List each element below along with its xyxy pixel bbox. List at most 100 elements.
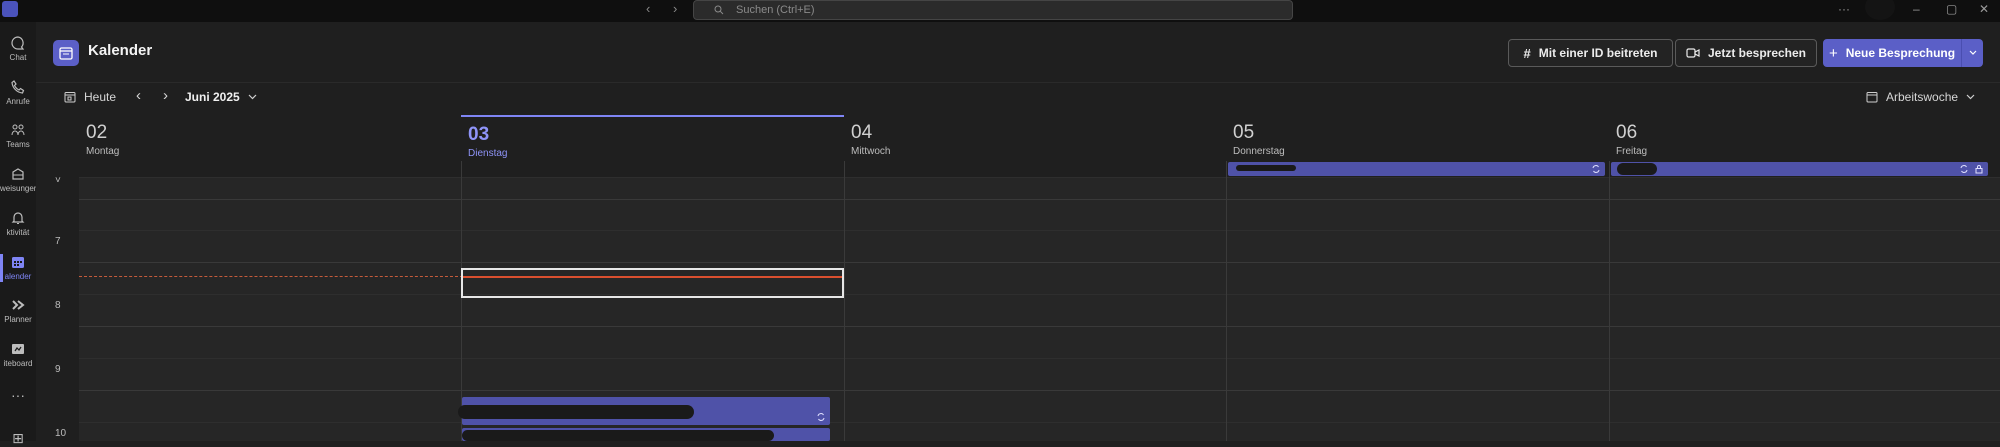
chat-icon <box>11 36 25 50</box>
day-number: 06 <box>1616 122 1638 143</box>
rail-item-planner[interactable]: Planner <box>0 297 36 324</box>
grid-line <box>79 177 2000 178</box>
time-grid[interactable] <box>79 177 2000 441</box>
lock-icon <box>1975 165 1983 174</box>
rail-item-activity[interactable]: ktivität <box>0 210 36 237</box>
search-placeholder: Suchen (Ctrl+E) <box>736 4 815 16</box>
all-day-event-friday[interactable] <box>1611 162 1988 176</box>
recurring-icon <box>817 413 825 421</box>
month-picker[interactable]: Juni 2025 <box>185 90 257 104</box>
title-bar: ‹ › Suchen (Ctrl+E) ··· – ▢ ✕ <box>0 0 2000 22</box>
redacted-text <box>1236 165 1296 171</box>
more-options-icon[interactable]: ··· <box>1838 2 1850 16</box>
back-icon[interactable]: ‹ <box>646 1 650 16</box>
rail-item-teams[interactable]: Teams <box>0 122 36 149</box>
rail-item-label: Planner <box>4 315 32 324</box>
rail-item-label: Chat <box>9 53 27 62</box>
grid-line <box>79 230 2000 231</box>
chevron-down-icon <box>248 94 257 100</box>
grid-line <box>79 422 2000 423</box>
planner-icon <box>12 300 25 310</box>
column-divider <box>844 177 845 441</box>
today-button[interactable]: Heute <box>64 90 116 104</box>
day-name: Montag <box>86 146 120 157</box>
column-divider <box>1609 177 1610 441</box>
day-number: 03 <box>468 124 490 145</box>
app-rail: Chat Anrufe Teams weisungen ktivität ale… <box>0 22 36 446</box>
minimize-icon[interactable]: – <box>1913 2 1920 16</box>
calendar-icon <box>12 257 24 268</box>
calendar-badge-icon <box>53 40 79 66</box>
new-meeting-dropdown[interactable] <box>1961 39 1983 67</box>
rail-item-label: Anrufe <box>6 97 30 106</box>
rail-item-label: weisungen <box>0 184 36 193</box>
plus-icon: + <box>1828 44 1838 62</box>
day-header-friday[interactable]: 06 Freitag <box>1609 115 1992 161</box>
day-number: 05 <box>1233 122 1255 143</box>
day-header-row: 02 Montag 03 Dienstag 04 Mittwoch 05 Don… <box>36 115 2000 161</box>
grid-line <box>79 390 2000 391</box>
restore-icon[interactable]: ▢ <box>1946 2 1957 16</box>
chevron-down-icon <box>1969 50 1976 55</box>
all-day-event-thursday[interactable] <box>1228 162 1605 176</box>
rail-item-label: alender <box>4 272 32 281</box>
column-divider <box>844 161 845 177</box>
video-camera-icon <box>1686 48 1700 58</box>
next-week-icon[interactable]: › <box>163 87 168 104</box>
avatar[interactable] <box>1865 0 1895 20</box>
calendar-today-icon <box>64 92 76 103</box>
grid-line <box>79 358 2000 359</box>
day-header-wednesday[interactable]: 04 Mittwoch <box>844 115 1227 161</box>
teams-icon <box>11 124 25 136</box>
grid-line <box>79 199 2000 200</box>
month-label: Juni 2025 <box>185 90 240 104</box>
bell-icon <box>11 212 25 224</box>
meet-now-label: Jetzt besprechen <box>1707 46 1807 60</box>
forward-icon[interactable]: › <box>673 1 677 16</box>
redacted-text <box>458 405 694 419</box>
search-icon <box>714 5 724 15</box>
grid-line <box>79 294 2000 295</box>
meet-now-button[interactable]: Jetzt besprechen <box>1675 39 1817 67</box>
close-icon[interactable]: ✕ <box>1979 2 1989 16</box>
search-input[interactable]: Suchen (Ctrl+E) <box>693 0 1293 20</box>
day-name: Mittwoch <box>851 146 891 157</box>
rail-item-calls[interactable]: Anrufe <box>0 79 36 106</box>
recurring-icon <box>1960 165 1968 173</box>
day-number: 04 <box>851 122 873 143</box>
day-header-monday[interactable]: 02 Montag <box>79 115 462 161</box>
redacted-text <box>462 430 774 441</box>
day-name: Donnerstag <box>1233 146 1285 157</box>
view-label: Arbeitswoche <box>1886 90 1959 104</box>
assignments-icon <box>12 168 24 180</box>
join-with-id-label: Mit einer ID beitreten <box>1538 46 1658 60</box>
event-block[interactable] <box>458 397 830 425</box>
day-number: 02 <box>86 122 108 143</box>
more-apps-button[interactable]: ··· <box>0 387 36 403</box>
selected-time-slot[interactable] <box>461 268 844 298</box>
grid-line <box>79 262 2000 263</box>
event-block[interactable] <box>462 428 830 441</box>
rail-item-chat[interactable]: Chat <box>0 35 36 62</box>
day-header-thursday[interactable]: 05 Donnerstag <box>1226 115 1609 161</box>
previous-week-icon[interactable]: ‹ <box>136 87 141 104</box>
day-name: Freitag <box>1616 146 1648 157</box>
day-header-tuesday[interactable]: 03 Dienstag <box>461 115 844 161</box>
join-with-id-button[interactable]: # Mit einer ID beitreten <box>1508 39 1673 67</box>
view-switcher[interactable]: Arbeitswoche <box>1866 90 1975 104</box>
hour-label: 9 <box>55 364 61 375</box>
collapse-chevron-icon[interactable]: ˅ <box>55 175 61 186</box>
new-meeting-label: Neue Besprechung <box>1845 46 1956 60</box>
rail-item-calendar[interactable]: alender <box>0 254 36 282</box>
grid-line <box>79 326 2000 327</box>
page-title: Kalender <box>88 42 153 59</box>
rail-item-assignments[interactable]: weisungen <box>0 166 36 193</box>
hour-label: 8 <box>55 300 61 311</box>
calendar-view-icon <box>1866 92 1878 103</box>
new-meeting-button[interactable]: + Neue Besprechung <box>1823 39 1961 67</box>
add-apps-icon[interactable]: ⊞ <box>0 430 36 447</box>
rail-item-whiteboard[interactable]: iteboard <box>0 341 36 368</box>
recurring-icon <box>1592 165 1600 173</box>
column-divider <box>461 161 462 177</box>
column-divider <box>1609 161 1610 177</box>
